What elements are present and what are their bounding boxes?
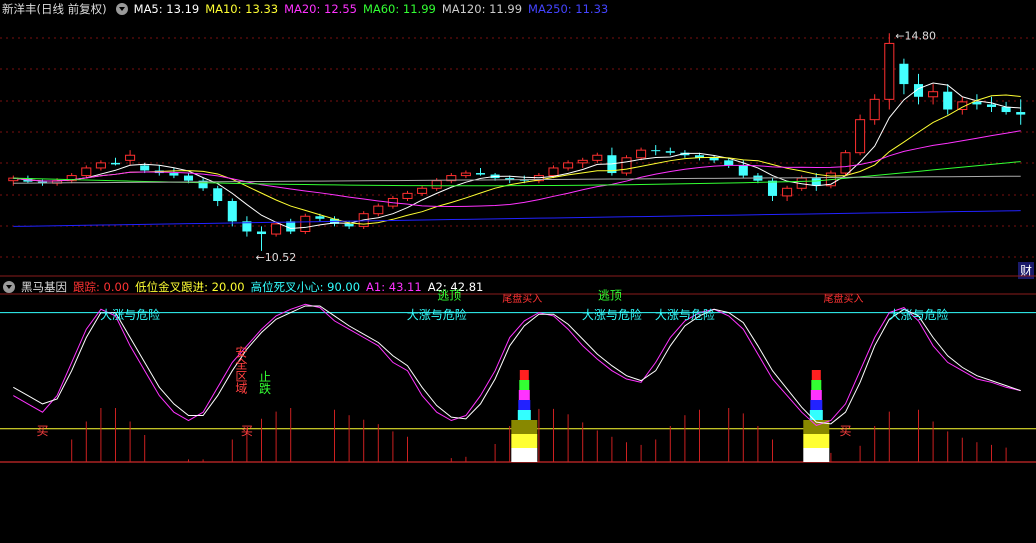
tower-marker (511, 434, 538, 448)
candle-body (884, 42, 895, 100)
candle-body (344, 223, 354, 227)
candle-body (738, 165, 748, 176)
candle-body (213, 188, 223, 201)
ma5-line (13, 82, 1021, 229)
candle-body (125, 154, 136, 161)
candle-body (913, 84, 924, 97)
candle-body (402, 192, 413, 199)
candle-body (899, 63, 909, 85)
tower-marker (518, 400, 531, 410)
candle-body (767, 180, 778, 196)
candle-body (724, 160, 734, 166)
candle-body (431, 180, 442, 189)
candle-body (709, 157, 719, 161)
candle-body (621, 157, 632, 174)
candle-body (169, 173, 179, 176)
tower-marker (810, 390, 822, 400)
candle-body (943, 91, 953, 110)
candle-body (577, 159, 588, 164)
buy-label: 买 (840, 424, 852, 438)
candle-body (782, 187, 793, 197)
buy-label: 买 (241, 424, 253, 438)
tower-marker (810, 400, 823, 410)
candle-body (928, 91, 939, 98)
candle-body (286, 221, 296, 232)
tail-buy-label: 尾盘买入 (502, 292, 542, 305)
a1-line (13, 303, 1021, 427)
candle-body (300, 215, 311, 232)
danger-label: 大涨与危险 (407, 307, 467, 322)
tower-marker (517, 410, 531, 420)
candle-body (81, 167, 92, 177)
tower-marker (809, 410, 823, 420)
candle-body (548, 167, 559, 177)
tower-marker (511, 448, 538, 462)
tower-marker (518, 390, 530, 400)
low-price-label: ←10.52 (256, 251, 297, 264)
danger-label: 大涨与危险 (100, 307, 160, 322)
a2-line (13, 305, 1021, 425)
candle-body (256, 231, 267, 235)
danger-label: 大涨与危险 (889, 307, 949, 322)
tower-marker (519, 380, 530, 390)
tower-marker (803, 448, 830, 462)
tower-marker (811, 370, 821, 380)
safe-zone-label: 安全区域 (234, 344, 248, 393)
candle-body (95, 162, 106, 169)
tower-marker (519, 370, 529, 380)
candle-body (855, 119, 866, 154)
ma250-line (13, 210, 1021, 227)
ma10-line (13, 94, 1021, 225)
ma120-line (13, 175, 1021, 184)
candle-body (183, 175, 194, 181)
candle-body (140, 165, 150, 171)
stop-fall-label: 止跌 (258, 370, 272, 395)
tower-marker (803, 434, 830, 448)
candle-body (460, 172, 471, 177)
candle-body (110, 162, 121, 165)
candle-body (417, 187, 428, 194)
escape-label: 逃顶 (437, 288, 461, 302)
candle-body (373, 205, 384, 215)
tower-marker (511, 420, 538, 434)
candle-body (315, 216, 325, 219)
escape-label: 逃顶 (598, 288, 622, 302)
candle-body (869, 98, 880, 121)
candle-body (1001, 106, 1011, 113)
danger-label: 大涨与危险 (655, 307, 715, 322)
tower-marker (811, 380, 822, 390)
candle-body (636, 149, 647, 159)
buy-label: 买 (37, 424, 49, 438)
chart-canvas: ←14.80←10.52大涨与危险 大涨与危险 大涨与危险 大涨与危险 大涨与危险逃顶逃… (0, 29, 1036, 463)
danger-label: 大涨与危险 (582, 307, 642, 322)
candle-body (651, 150, 661, 152)
candle-body (227, 201, 237, 222)
candle-body (986, 104, 997, 107)
tail-buy-label: 尾盘买入 (824, 292, 864, 305)
candle-body (811, 178, 821, 186)
candle-body (475, 173, 486, 175)
candle-body (1016, 112, 1026, 115)
candle-body (271, 223, 282, 235)
high-price-label: ←14.80 (895, 29, 936, 42)
candle-body (840, 152, 851, 174)
candle-body (592, 154, 603, 161)
candle-body (563, 162, 574, 169)
candle-body (665, 151, 675, 153)
